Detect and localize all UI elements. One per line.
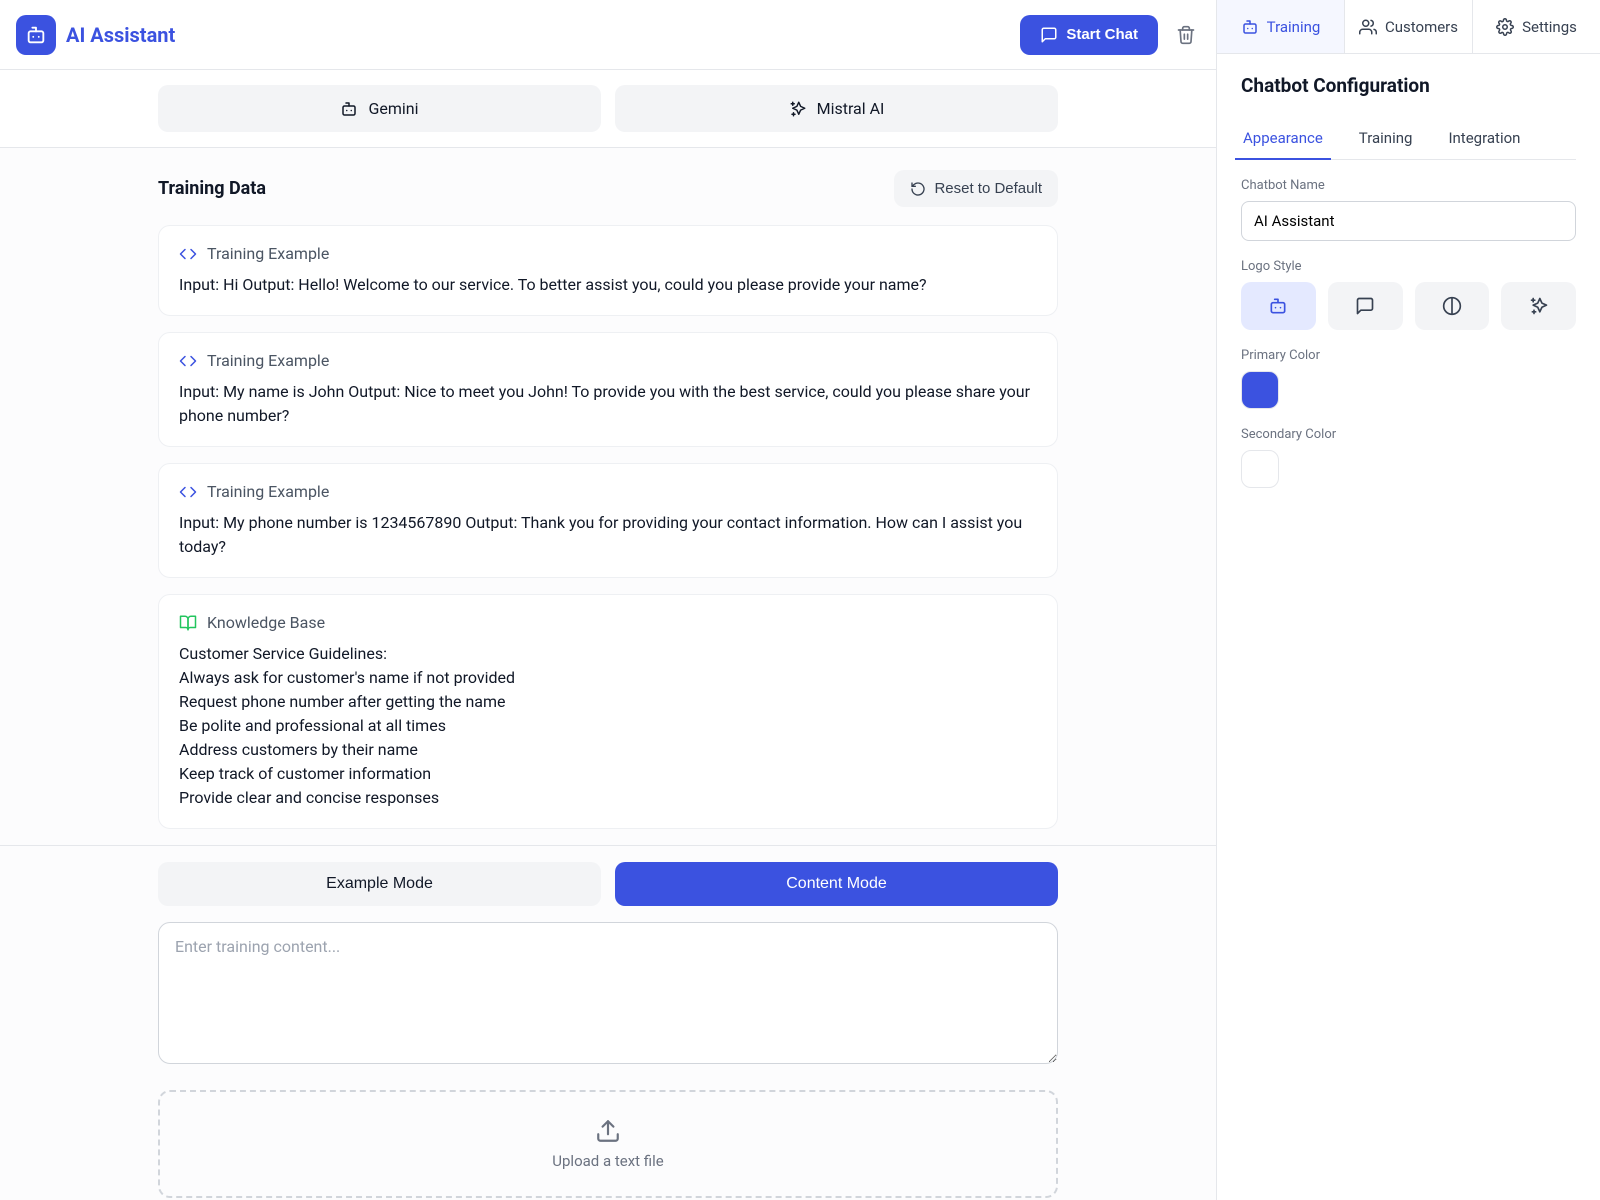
model-pill-mistral[interactable]: Mistral AI <box>615 85 1058 132</box>
chatbot-name-input[interactable] <box>1241 201 1576 241</box>
header: AI Assistant Start Chat <box>0 0 1216 70</box>
training-title: Training Data <box>158 178 266 199</box>
training-section: Training Data Reset to Default Training … <box>0 148 1216 829</box>
sidebar-tab-label: Customers <box>1385 18 1458 36</box>
training-example-card: Training Example Input: My phone number … <box>158 463 1058 578</box>
knowledge-base-card: Knowledge Base Customer Service Guidelin… <box>158 594 1058 829</box>
model-row: Gemini Mistral AI <box>0 70 1216 148</box>
primary-color-swatch[interactable] <box>1241 371 1279 409</box>
sidebar-body: Chatbot Configuration Appearance Trainin… <box>1217 54 1600 508</box>
chatbot-name-label: Chatbot Name <box>1241 178 1576 193</box>
logo-option-contrast[interactable] <box>1415 282 1490 330</box>
code-icon <box>179 352 197 370</box>
upload-label: Upload a text file <box>552 1152 663 1170</box>
start-chat-button[interactable]: Start Chat <box>1020 15 1158 55</box>
model-label: Gemini <box>368 99 418 118</box>
example-mode-button[interactable]: Example Mode <box>158 862 601 906</box>
model-label: Mistral AI <box>817 99 885 118</box>
secondary-color-label: Secondary Color <box>1241 427 1576 442</box>
chat-icon <box>1355 296 1375 316</box>
logo-style-group: Logo Style <box>1241 259 1576 330</box>
bot-icon <box>25 24 47 46</box>
sub-tab-integration[interactable]: Integration <box>1446 119 1522 159</box>
brand-name: AI Assistant <box>66 23 175 47</box>
code-icon <box>179 483 197 501</box>
model-pill-gemini[interactable]: Gemini <box>158 85 601 132</box>
book-icon <box>179 614 197 632</box>
start-chat-label: Start Chat <box>1066 26 1138 43</box>
sub-tabs: Appearance Training Integration <box>1241 119 1576 160</box>
bot-icon <box>340 100 358 118</box>
contrast-icon <box>1442 296 1462 316</box>
training-example-card: Training Example Input: My name is John … <box>158 332 1058 447</box>
sidebar-tab-settings[interactable]: Settings <box>1472 0 1600 53</box>
training-content-input[interactable] <box>158 922 1058 1064</box>
upload-wrap: Upload a text file <box>0 1068 1216 1200</box>
sidebar-tab-label: Training <box>1267 18 1321 36</box>
trash-icon <box>1176 25 1196 45</box>
logo-option-chat[interactable] <box>1328 282 1403 330</box>
brand-logo <box>16 15 56 55</box>
card-title: Training Example <box>207 482 329 501</box>
content-mode-button[interactable]: Content Mode <box>615 862 1058 906</box>
chat-icon <box>1040 26 1058 44</box>
sub-tab-training[interactable]: Training <box>1357 119 1415 159</box>
sidebar-tab-customers[interactable]: Customers <box>1344 0 1472 53</box>
reset-button[interactable]: Reset to Default <box>894 170 1058 207</box>
training-example-card: Training Example Input: Hi Output: Hello… <box>158 225 1058 316</box>
sidebar-tab-training[interactable]: Training <box>1217 0 1344 53</box>
sidebar-title: Chatbot Configuration <box>1241 74 1576 97</box>
code-icon <box>179 245 197 263</box>
logo-style-label: Logo Style <box>1241 259 1576 274</box>
sparkles-icon <box>789 100 807 118</box>
bot-icon <box>1241 18 1259 36</box>
upload-dropzone[interactable]: Upload a text file <box>158 1090 1058 1198</box>
header-actions: Start Chat <box>1020 15 1200 55</box>
card-body: Customer Service Guidelines: Always ask … <box>179 642 1037 810</box>
card-body: Input: My phone number is 1234567890 Out… <box>179 511 1037 559</box>
secondary-color-swatch[interactable] <box>1241 450 1279 488</box>
card-title: Knowledge Base <box>207 613 325 632</box>
delete-button[interactable] <box>1172 21 1200 49</box>
rotate-icon <box>910 181 926 197</box>
mode-row: Example Mode Content Mode <box>0 846 1216 906</box>
card-body: Input: Hi Output: Hello! Welcome to our … <box>179 273 1037 297</box>
card-title: Training Example <box>207 351 329 370</box>
brand: AI Assistant <box>16 15 175 55</box>
users-icon <box>1359 18 1377 36</box>
bot-icon <box>1268 296 1288 316</box>
primary-color-group: Primary Color <box>1241 348 1576 409</box>
card-title: Training Example <box>207 244 329 263</box>
logo-option-bot[interactable] <box>1241 282 1316 330</box>
sidebar-tab-label: Settings <box>1522 18 1577 36</box>
sidebar-tabs: Training Customers Settings <box>1217 0 1600 54</box>
gear-icon <box>1496 18 1514 36</box>
textarea-wrap <box>0 906 1216 1068</box>
sub-tab-appearance[interactable]: Appearance <box>1241 119 1325 159</box>
logo-option-sparkles[interactable] <box>1501 282 1576 330</box>
chatbot-name-group: Chatbot Name <box>1241 178 1576 241</box>
sparkles-icon <box>1529 296 1549 316</box>
secondary-color-group: Secondary Color <box>1241 427 1576 488</box>
content-scroll[interactable]: Training Data Reset to Default Training … <box>0 148 1216 1200</box>
primary-color-label: Primary Color <box>1241 348 1576 363</box>
reset-label: Reset to Default <box>934 180 1042 197</box>
sidebar: Training Customers Settings Chatbot Conf… <box>1216 0 1600 1200</box>
card-body: Input: My name is John Output: Nice to m… <box>179 380 1037 428</box>
upload-icon <box>595 1118 621 1144</box>
